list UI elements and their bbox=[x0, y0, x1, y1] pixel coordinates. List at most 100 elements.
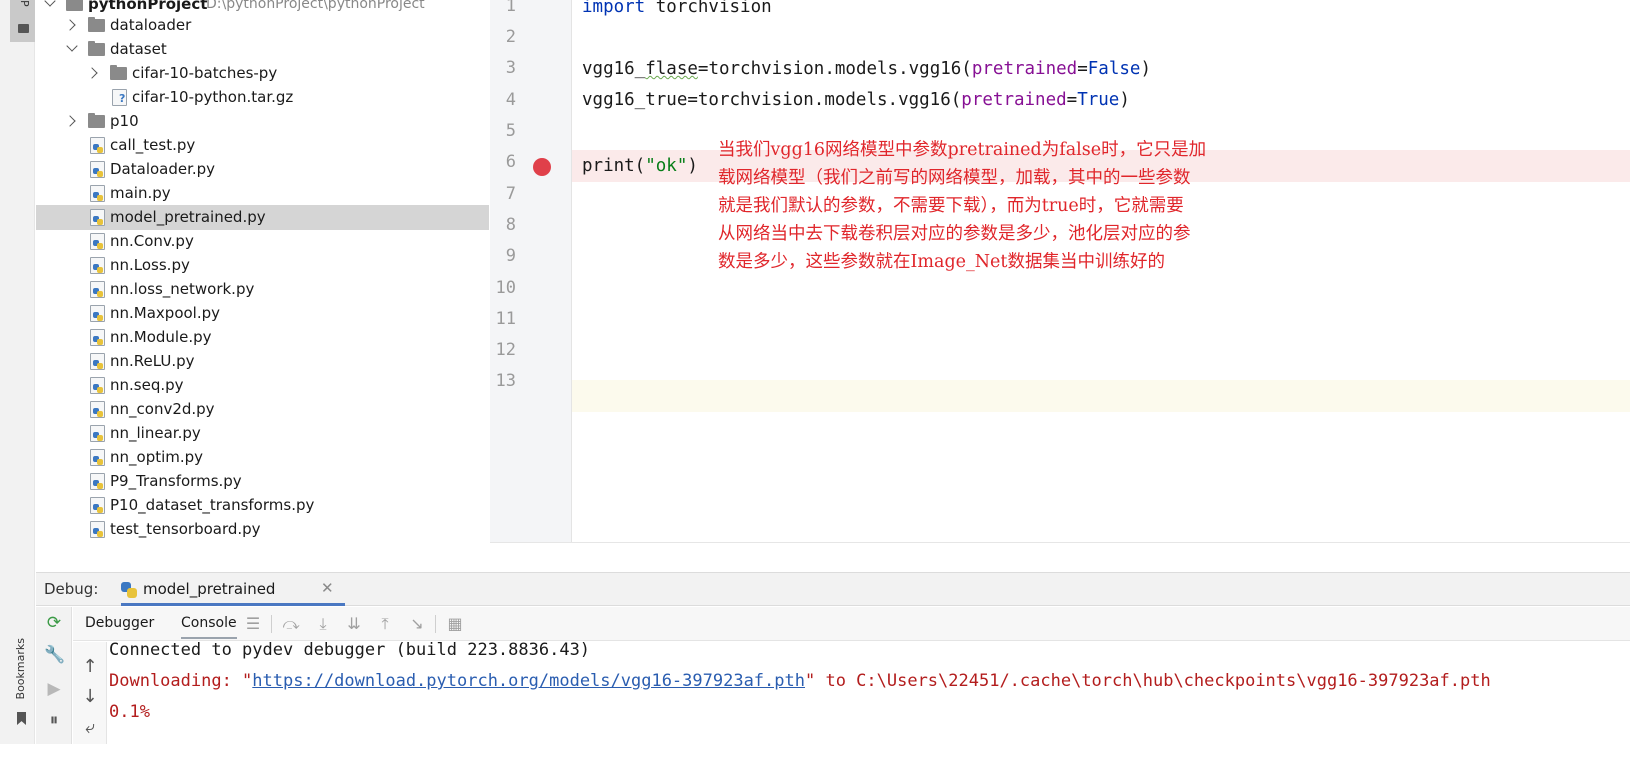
download-link[interactable]: https://download.pytorch.org/models/vgg1… bbox=[252, 671, 805, 691]
tree-item-label: p10 bbox=[110, 112, 139, 130]
tree-item-label: nn_linear.py bbox=[110, 424, 201, 442]
bookmarks-tool-tab[interactable]: Bookmarks bbox=[14, 638, 30, 730]
close-icon[interactable]: ✕ bbox=[321, 579, 334, 597]
bookmarks-tab-label: Bookmarks bbox=[14, 638, 27, 700]
toolbar-separator bbox=[435, 615, 436, 633]
code-token: = bbox=[1077, 59, 1088, 79]
tree-item-dataloader[interactable]: dataloader bbox=[36, 13, 489, 38]
line-number: 13 bbox=[495, 371, 516, 391]
tree-item-label: dataset bbox=[110, 40, 167, 58]
python-file-icon bbox=[90, 353, 105, 370]
console-line: Connected to pydev debugger (build 223.8… bbox=[109, 640, 591, 660]
code-token: vgg16_ bbox=[582, 59, 646, 79]
console-output[interactable]: Connected to pydev debugger (build 223.8… bbox=[108, 640, 1630, 744]
console-text: Downloading: " bbox=[109, 671, 253, 691]
wrench-icon[interactable]: 🔧 bbox=[44, 645, 65, 665]
code-token: True bbox=[1077, 90, 1120, 110]
run-to-cursor-icon[interactable]: ↘ bbox=[407, 614, 427, 634]
resume-icon[interactable]: ▶ bbox=[44, 679, 64, 699]
toolbar-separator bbox=[271, 615, 272, 633]
tree-item-file[interactable]: nn.seq.py bbox=[36, 373, 489, 398]
chevron-right-icon[interactable] bbox=[86, 67, 98, 79]
tree-item-file[interactable]: call_test.py bbox=[36, 133, 489, 158]
tree-item-file[interactable]: main.py bbox=[36, 181, 489, 206]
tree-item-p10[interactable]: p10 bbox=[36, 109, 489, 134]
tree-item-label: cifar-10-python.tar.gz bbox=[132, 88, 294, 106]
line-number: 11 bbox=[495, 309, 516, 329]
tree-item-file[interactable]: P9_Transforms.py bbox=[36, 469, 489, 494]
tree-item-file[interactable]: Dataloader.py bbox=[36, 157, 489, 182]
console-line: 0.1% bbox=[109, 702, 150, 722]
rerun-icon[interactable]: ⟳ bbox=[44, 613, 64, 633]
evaluate-expression-icon[interactable]: ▦ bbox=[445, 614, 465, 634]
step-out-icon[interactable]: ⤒ bbox=[375, 614, 395, 634]
tree-item-file[interactable]: nn.ReLU.py bbox=[36, 349, 489, 374]
bookmark-icon bbox=[17, 712, 26, 725]
python-file-icon bbox=[90, 521, 105, 538]
tree-item-file[interactable]: P10_dataset_transforms.py bbox=[36, 493, 489, 518]
debug-session-title: model_pretrained bbox=[143, 580, 276, 598]
menu-lines-icon[interactable]: ☰ bbox=[243, 614, 263, 634]
step-into-icon[interactable]: ⤓ bbox=[313, 614, 333, 634]
tree-item-label: P9_Transforms.py bbox=[110, 472, 242, 490]
annotation-note: 当我们vgg16网络模型中参数pretrained为false时，它只是加 载网… bbox=[718, 136, 1303, 276]
tree-item-label: dataloader bbox=[110, 16, 192, 34]
python-file-icon bbox=[90, 473, 105, 490]
python-file-icon bbox=[90, 305, 105, 322]
folder-icon bbox=[18, 24, 29, 33]
tree-item-file[interactable]: nn_optim.py bbox=[36, 445, 489, 470]
chevron-right-icon[interactable] bbox=[64, 19, 76, 31]
python-file-icon bbox=[90, 233, 105, 250]
tree-item-dataset[interactable]: dataset bbox=[36, 37, 489, 62]
debug-toolbar: Debugger Console ☰ ⤼ ⤓ ⇊ ⤒ ↘ ▦ bbox=[73, 607, 1630, 641]
code-token: import bbox=[582, 0, 646, 17]
code-token: print( bbox=[582, 156, 646, 176]
step-into-my-code-icon[interactable]: ⇊ bbox=[344, 614, 364, 634]
tree-item-file[interactable]: nn.loss_network.py bbox=[36, 277, 489, 302]
code-line-3: vgg16_flase=torchvision.models.vgg16(pre… bbox=[582, 57, 1151, 81]
project-tool-tab[interactable]: P bbox=[10, 0, 35, 42]
chevron-down-icon[interactable] bbox=[66, 40, 78, 52]
tree-item-label: nn.ReLU.py bbox=[110, 352, 195, 370]
tree-item-label: Dataloader.py bbox=[110, 160, 216, 178]
tree-item-cifar-tar[interactable]: ? cifar-10-python.tar.gz bbox=[36, 85, 489, 110]
tab-console[interactable]: Console bbox=[181, 615, 237, 639]
annotation-line: 载网络模型（我们之前写的网络模型，加载，其中的一些参数 bbox=[718, 168, 1191, 188]
tree-item-label: main.py bbox=[110, 184, 171, 202]
tab-debugger[interactable]: Debugger bbox=[85, 615, 154, 631]
tree-item-file[interactable]: test_tensorboard.py bbox=[36, 517, 489, 542]
debug-session-tab[interactable]: model_pretrained ✕ bbox=[121, 573, 345, 606]
pause-icon[interactable]: ⏸ bbox=[44, 710, 64, 730]
tree-item-file[interactable]: nn.Maxpool.py bbox=[36, 301, 489, 326]
line-number: 8 bbox=[505, 215, 516, 235]
annotation-line: 从网络当中去下载卷积层对应的参数是多少，池化层对应的参 bbox=[718, 224, 1191, 244]
soft-wrap-icon[interactable]: ⤶ bbox=[80, 718, 100, 738]
chevron-down-icon[interactable] bbox=[44, 0, 56, 7]
code-token: pretrained bbox=[961, 90, 1067, 110]
tree-item-cifar-batches[interactable]: cifar-10-batches-py bbox=[36, 61, 489, 86]
tree-item-label: nn.Module.py bbox=[110, 328, 212, 346]
tree-item-file[interactable]: nn_linear.py bbox=[36, 421, 489, 446]
project-tab-label: P bbox=[18, 0, 31, 7]
tree-item-file[interactable]: nn.Loss.py bbox=[36, 253, 489, 278]
tree-item-file[interactable]: nn.Module.py bbox=[36, 325, 489, 350]
tree-item-file[interactable]: nn.Conv.py bbox=[36, 229, 489, 254]
tree-item-file[interactable]: nn_conv2d.py bbox=[36, 397, 489, 422]
editor-gutter: 1 2 3 4 5 6 7 8 9 10 11 12 13 bbox=[490, 0, 572, 542]
code-line-6: print("ok") bbox=[582, 154, 698, 178]
debug-label: Debug: bbox=[44, 580, 99, 598]
arrow-up-icon[interactable]: ↑ bbox=[80, 657, 100, 677]
tree-item-file-selected[interactable]: model_pretrained.py bbox=[36, 205, 489, 230]
arrow-down-icon[interactable]: ↓ bbox=[80, 687, 100, 707]
tree-item-label: call_test.py bbox=[110, 136, 196, 154]
code-token: =torchvision.models.vgg16( bbox=[697, 59, 972, 79]
line-number: 9 bbox=[505, 246, 516, 266]
step-over-icon[interactable]: ⤼ bbox=[281, 614, 301, 634]
code-token: ) bbox=[1140, 59, 1151, 79]
tree-item-label: cifar-10-batches-py bbox=[132, 64, 278, 82]
project-tree: pythonProject D:\pythonProject\pythonPro… bbox=[36, 0, 489, 572]
line-number: 7 bbox=[505, 184, 516, 204]
python-icon bbox=[121, 582, 137, 598]
breakpoint-icon[interactable] bbox=[533, 158, 551, 176]
chevron-right-icon[interactable] bbox=[64, 115, 76, 127]
